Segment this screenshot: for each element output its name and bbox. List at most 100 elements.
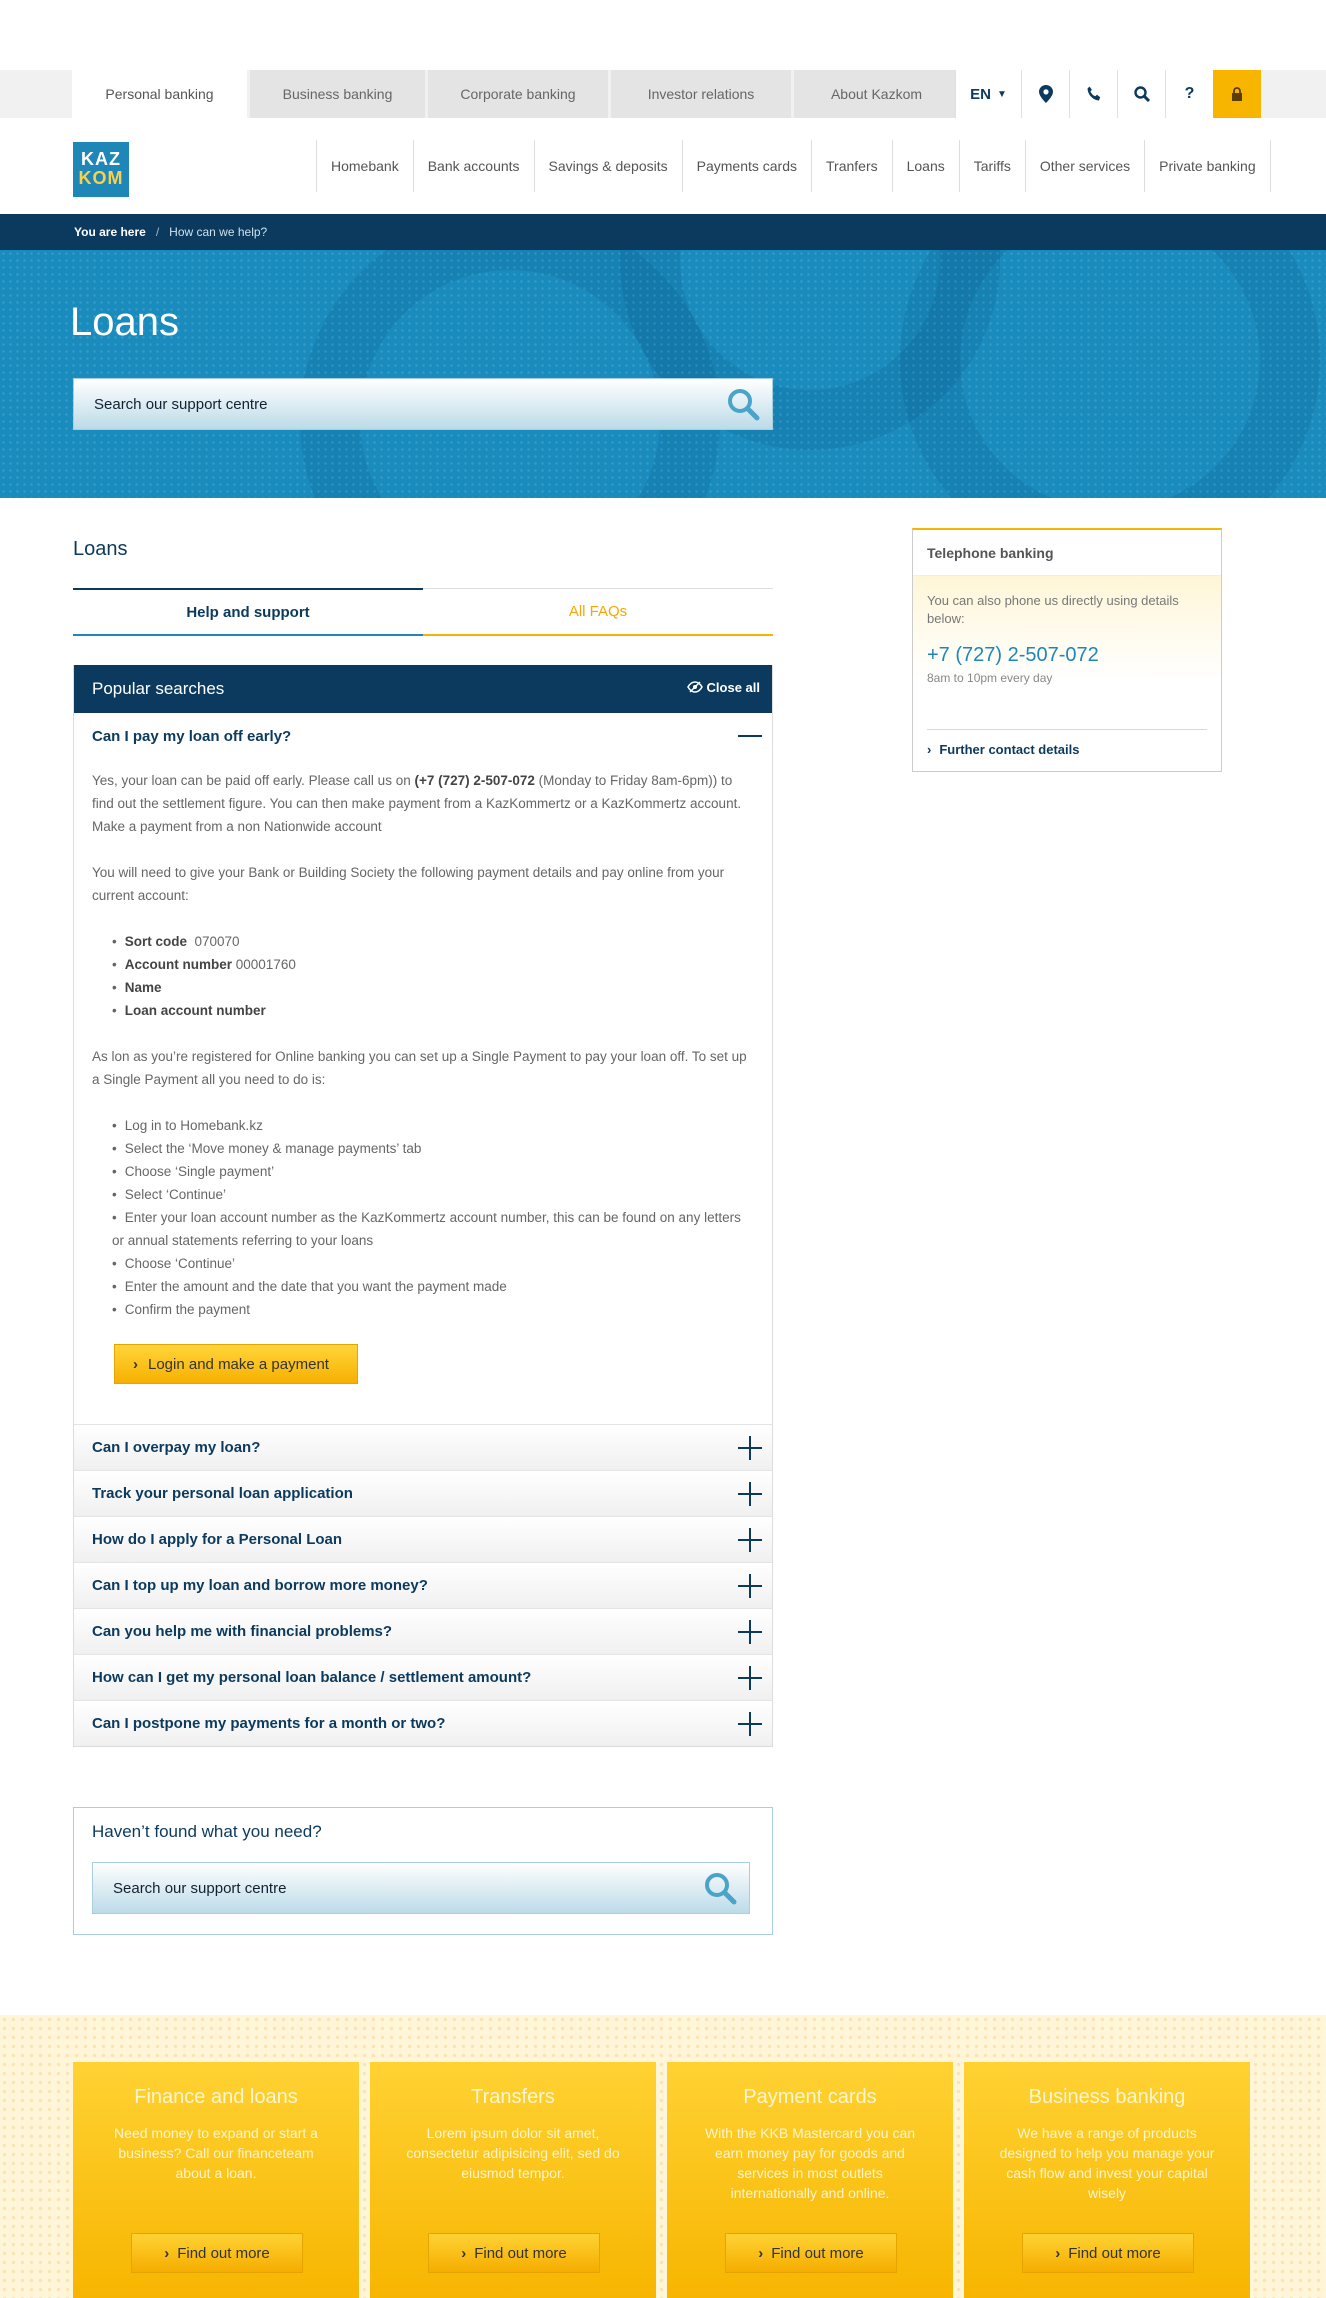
list-item: Confirm the payment (112, 1298, 754, 1321)
detail-label: Name (124, 980, 162, 995)
faq-question-open[interactable]: Can I pay my loan off early? (74, 713, 772, 759)
steps-list: Log in to Homebank.kz Select the ‘Move m… (92, 1114, 754, 1321)
faq-question-label: Can I pay my loan off early? (92, 727, 292, 745)
close-all-button[interactable]: Close all (686, 680, 760, 695)
expand-icon[interactable] (738, 1482, 762, 1506)
nav-other-services[interactable]: Other services (1024, 140, 1144, 192)
list-item: Choose ‘Continue’ (112, 1252, 754, 1275)
nav-loans[interactable]: Loans (891, 140, 959, 192)
faq-question[interactable]: How do I apply for a Personal Loan (74, 1516, 772, 1562)
faq-question-label: How do I apply for a Personal Loan (92, 1531, 343, 1548)
logo-line-1: KAZ (81, 149, 121, 169)
tab-business-banking[interactable]: Business banking (250, 70, 425, 118)
nav-homebank[interactable]: Homebank (316, 140, 413, 192)
chevron-right-icon: › (461, 2244, 467, 2262)
hero-banner: Loans Search our support centre (0, 250, 1326, 498)
content-tabs: Help and support All FAQs (73, 588, 773, 636)
nav-bank-accounts[interactable]: Bank accounts (412, 140, 534, 192)
find-out-more-button[interactable]: › Find out more (131, 2233, 303, 2273)
faq-question[interactable]: Track your personal loan application (74, 1470, 772, 1516)
tab-about-kazkom[interactable]: About Kazkom (794, 70, 959, 118)
chevron-right-icon: › (164, 2244, 170, 2262)
tab-personal-banking[interactable]: Personal banking (72, 70, 247, 118)
help-button[interactable]: ? (1165, 70, 1213, 118)
list-item: Select the ‘Move money & manage payments… (112, 1137, 754, 1160)
search-icon[interactable] (726, 387, 760, 421)
list-item: Log in to Homebank.kz (112, 1114, 754, 1137)
chevron-down-icon: ▼ (996, 88, 1007, 100)
card-text: With the KKB Mastercard you can earn mon… (704, 2125, 916, 2201)
detail-label: Loan account number (124, 1003, 266, 1018)
chevron-right-icon: › (133, 1355, 138, 1373)
find-out-more-button[interactable]: › Find out more (1022, 2233, 1194, 2273)
phone-number[interactable]: +7 (727) 2-507-072 (927, 644, 1207, 667)
further-contact-link[interactable]: › Further contact details (927, 729, 1207, 757)
tab-investor-relations[interactable]: Investor relations (611, 70, 791, 118)
answer-paragraph: Yes, your loan can be paid off early. Pl… (92, 769, 754, 838)
promo-card-business-banking: Business banking We have a range of prod… (964, 2062, 1250, 2298)
language-selector[interactable]: EN ▼ (955, 70, 1021, 118)
expand-icon[interactable] (738, 1528, 762, 1552)
expand-icon[interactable] (738, 1666, 762, 1690)
card-title: Finance and loans (134, 2086, 298, 2108)
nav-payment-cards[interactable]: Payments cards (681, 140, 811, 192)
search-button[interactable] (1117, 70, 1165, 118)
faq-question-label: Can you help me with financial problems? (92, 1623, 393, 1640)
list-item: Enter the amount and the date that you w… (112, 1275, 754, 1298)
main-nav: Homebank Bank accounts Savings & deposit… (316, 140, 1271, 192)
button-label: Login and make a payment (148, 1355, 329, 1373)
card-text: Need money to expand or start a business… (114, 2125, 318, 2181)
phone-button[interactable] (1069, 70, 1117, 118)
faq-question-label: Can I postpone my payments for a month o… (92, 1715, 446, 1732)
chevron-right-icon: › (1055, 2244, 1061, 2262)
nav-private-banking[interactable]: Private banking (1144, 140, 1270, 192)
nav-transfers[interactable]: Tranfers (811, 140, 892, 192)
faq-question[interactable]: Can I postpone my payments for a month o… (74, 1700, 772, 1746)
login-button[interactable] (1213, 70, 1261, 118)
chevron-right-icon: › (927, 742, 932, 757)
faq-question[interactable]: Can I top up my loan and borrow more mon… (74, 1562, 772, 1608)
detail-value: 070070 (194, 934, 240, 949)
panel-body: You can also phone us directly using det… (913, 576, 1221, 726)
answer-paragraph: You will need to give your Bank or Build… (92, 865, 725, 903)
list-item: Name (112, 976, 754, 999)
faq-accordion: Popular searches Close all Can I pay my … (73, 665, 773, 1747)
button-label: Find out more (474, 2244, 567, 2262)
not-found-title: Haven’t found what you need? (92, 1822, 322, 1841)
find-out-more-button[interactable]: › Find out more (725, 2233, 897, 2273)
login-payment-button[interactable]: › Login and make a payment (114, 1344, 358, 1384)
button-label: Find out more (177, 2244, 270, 2262)
nav-tariffs[interactable]: Tariffs (958, 140, 1025, 192)
language-label: EN (970, 85, 991, 103)
support-search-input[interactable]: Search our support centre (92, 1862, 750, 1914)
tab-all-faqs[interactable]: All FAQs (423, 588, 773, 636)
expand-icon[interactable] (738, 1574, 762, 1598)
answer-text: Yes, your loan can be paid off early. Pl… (92, 773, 415, 788)
nav-savings-deposits[interactable]: Savings & deposits (533, 140, 682, 192)
faq-question[interactable]: Can I overpay my loan? (74, 1424, 772, 1470)
answer-phone: (+7 (727) 2-507-072 (414, 773, 535, 788)
faq-answer: Yes, your loan can be paid off early. Pl… (74, 759, 772, 1424)
map-pin-icon (1038, 85, 1053, 103)
card-text: We have a range of products designed to … (999, 2125, 1215, 2201)
kazkom-logo[interactable]: KAZ KOM (73, 142, 129, 197)
search-placeholder: Search our support centre (113, 1879, 287, 1897)
expand-icon[interactable] (738, 1436, 762, 1460)
faq-question[interactable]: How can I get my personal loan balance /… (74, 1654, 772, 1700)
tab-corporate-banking[interactable]: Corporate banking (428, 70, 608, 118)
faq-question[interactable]: Can you help me with financial problems? (74, 1608, 772, 1654)
expand-icon[interactable] (738, 1712, 762, 1736)
tab-help-support[interactable]: Help and support (73, 588, 423, 636)
eye-slash-icon (686, 681, 703, 693)
hero-search-input[interactable]: Search our support centre (73, 378, 773, 430)
breadcrumb-current[interactable]: How can we help? (169, 225, 267, 239)
card-title: Transfers (471, 2086, 555, 2108)
collapse-icon[interactable] (738, 724, 762, 748)
find-out-more-button[interactable]: › Find out more (428, 2233, 600, 2273)
search-icon[interactable] (703, 1871, 737, 1905)
location-button[interactable] (1021, 70, 1069, 118)
card-title: Payment cards (743, 2086, 877, 2108)
expand-icon[interactable] (738, 1620, 762, 1644)
faq-question-label: How can I get my personal loan balance /… (92, 1669, 532, 1686)
faq-question-label: Can I top up my loan and borrow more mon… (92, 1577, 428, 1594)
